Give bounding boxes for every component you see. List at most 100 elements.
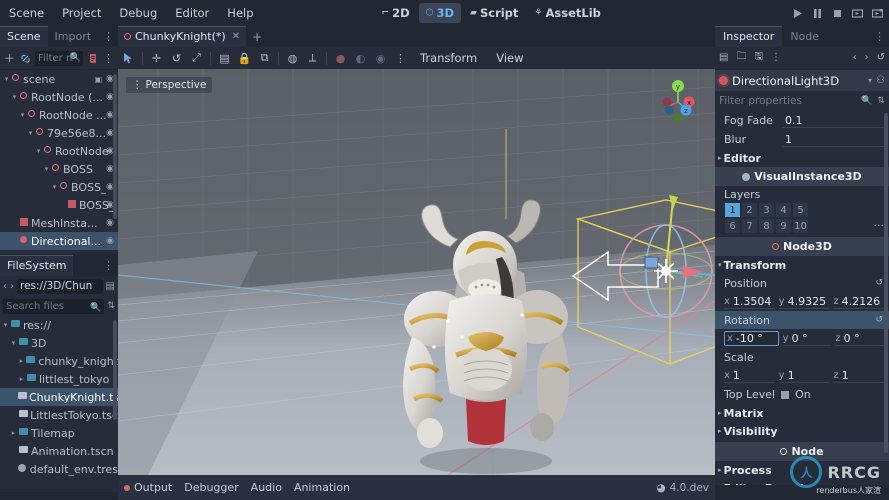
bottom-tab-debugger[interactable]: Debugger <box>184 481 238 494</box>
menu-help[interactable]: Help <box>218 3 262 23</box>
position-z-field[interactable]: z 4.2126 <box>833 295 885 309</box>
axis-gizmo[interactable]: y x z <box>655 79 701 125</box>
scene-tree-node[interactable]: ▾ 79e56e8... ◉ <box>0 124 118 142</box>
visibility-eye-icon[interactable]: ◉ <box>106 236 114 246</box>
scene-tree-scrollbar[interactable] <box>113 74 117 219</box>
filesystem-item[interactable]: ▾ res:// <box>0 316 118 334</box>
new-resource-icon[interactable]: ▤ <box>719 52 728 63</box>
filesystem-tree[interactable]: ▾ res:// ▾ 3D ▸ chunky_knight ▸ littlest_tokyo C… <box>0 316 118 492</box>
position-fields[interactable]: x 1.3504 y 4.9325 z 4.2126 <box>715 292 889 311</box>
play-icon[interactable] <box>792 8 803 19</box>
layer-toggle-7[interactable]: 7 <box>741 218 758 234</box>
lock-icon[interactable]: 🔒 <box>238 52 252 65</box>
section-matrix[interactable]: ▸ Matrix <box>715 404 889 422</box>
render-layers-grid[interactable]: 1 2 3 4 5 6 7 8 9 10 ... <box>724 202 884 234</box>
chevron-down-icon[interactable]: ▾ <box>11 93 18 101</box>
scene-tree[interactable]: ▾ scene ▣ ◉ ▾ RootNode (... ◉ ▾ RootNode ... ◉ ▾ 79… <box>0 69 118 254</box>
scale-fields[interactable]: x 1 y 1 z 1 <box>715 366 889 385</box>
history-back-icon[interactable]: ‹ <box>853 52 857 63</box>
inspector-scrollbar[interactable] <box>884 113 888 453</box>
path-back-icon[interactable]: ‹ <box>3 281 7 292</box>
scene-tree-node[interactable]: ▾ RootNode ... ◉ <box>0 106 118 124</box>
chevron-right-icon[interactable]: ▸ <box>18 357 25 365</box>
chevron-down-icon[interactable]: ▾ <box>43 165 50 173</box>
tab-node[interactable]: Node <box>782 27 827 47</box>
scene-tree-node[interactable]: ▾ scene ▣ ◉ <box>0 70 118 88</box>
inspector-filter-row[interactable]: Filter properties 🔍 ⇅ <box>715 91 889 111</box>
scene-dock-menu-icon[interactable]: ⋮ <box>103 30 114 43</box>
add-node-icon[interactable]: ＋ <box>3 52 16 65</box>
section-transform[interactable]: ▾ Transform <box>715 256 889 274</box>
mode-script-button[interactable]: ▰ Script <box>463 3 525 23</box>
layer-toggle-6[interactable]: 6 <box>724 218 741 234</box>
chevron-down-icon[interactable]: ▾ <box>3 75 10 83</box>
scale-y-field[interactable]: y 1 <box>778 369 830 383</box>
pause-icon[interactable] <box>812 8 823 19</box>
reset-icon[interactable]: ↺ <box>875 278 883 288</box>
filesystem-dock-menu-icon[interactable]: ⋮ <box>103 259 114 272</box>
viewport-menu-icon[interactable]: ⋮ <box>394 52 407 65</box>
layer-toggle-10[interactable]: 10 <box>792 218 809 234</box>
rotate-mode-icon[interactable]: ↺ <box>170 52 183 65</box>
chevron-right-icon[interactable]: ▸ <box>18 375 25 383</box>
scene-tree-node[interactable]: MeshInsta... ◉ <box>0 214 118 232</box>
scale-z-field[interactable]: z 1 <box>833 369 885 383</box>
class-header-visualinstance3d[interactable]: VisualInstance3D <box>715 167 889 186</box>
list-select-icon[interactable]: ▤ <box>218 52 231 65</box>
filesystem-item[interactable]: ▸ Tilemap <box>0 424 118 442</box>
bottom-tab-output[interactable]: Output <box>124 481 172 494</box>
top-level-checkbox[interactable] <box>781 390 790 399</box>
load-resource-icon[interactable]: 🗀 <box>736 49 746 66</box>
chevron-down-icon[interactable]: ▾ <box>27 129 34 137</box>
class-header-node[interactable]: Node <box>715 442 889 461</box>
mode-assetlib-button[interactable]: ⚘ AssetLib <box>527 3 607 23</box>
group-icon[interactable]: ⧉ <box>258 51 271 65</box>
property-fog-fade[interactable]: Fog Fade 0.1 <box>715 111 889 130</box>
chevron-down-icon[interactable]: ▾ <box>868 76 872 85</box>
tab-inspector[interactable]: Inspector <box>715 26 783 47</box>
scene-tab-chunkyknight[interactable]: ChunkyKnight(*) ✕ <box>118 26 247 47</box>
scene-tree-node[interactable]: ▾ BOSS_ ◉ <box>0 178 118 196</box>
chevron-down-icon[interactable]: ▾ <box>2 321 9 329</box>
filesystem-scrollbar[interactable] <box>113 320 117 420</box>
inspector-options-icon[interactable]: ⇅ <box>877 96 885 106</box>
menu-project[interactable]: Project <box>53 3 110 23</box>
chevron-down-icon[interactable]: ▾ <box>35 147 42 155</box>
layer-toggle-9[interactable]: 9 <box>775 218 792 234</box>
scene-tree-node[interactable]: ▾ RootNode (... ◉ <box>0 88 118 106</box>
toggle-split-mode-icon[interactable]: ▤ <box>106 281 115 292</box>
history-icon[interactable]: ↺ <box>877 52 885 63</box>
3d-viewport[interactable]: ⋮ Perspective y x z <box>118 69 715 475</box>
scene-tree-menu-icon[interactable]: ⋮ <box>102 52 115 65</box>
view-menu[interactable]: View <box>490 49 529 67</box>
rotation-z-field[interactable]: z 0 ° <box>835 332 885 346</box>
property-value[interactable]: 0.1 <box>782 114 884 128</box>
layer-toggle-5[interactable]: 5 <box>792 202 809 218</box>
scene-tree-node[interactable]: ▾ RootNode ◉ <box>0 142 118 160</box>
filesystem-item[interactable]: default_env.tres <box>0 460 118 478</box>
scene-tree-node[interactable]: ▾ BOSS ◉ <box>0 160 118 178</box>
layer-toggle-2[interactable]: 2 <box>741 202 758 218</box>
move-mode-icon[interactable]: ✛ <box>150 52 163 65</box>
inspector-menu-icon[interactable]: ⋮ <box>771 52 781 63</box>
scene-tree-node[interactable]: WorldEnvironme◉ <box>0 250 118 254</box>
instance-child-scene-icon[interactable] <box>19 52 32 65</box>
layer-toggle-8[interactable]: 8 <box>758 218 775 234</box>
menu-debug[interactable]: Debug <box>110 3 166 23</box>
history-forward-icon[interactable]: › <box>865 52 869 63</box>
save-resource-icon[interactable]: 🖫 <box>754 49 763 66</box>
close-icon[interactable]: ✕ <box>232 31 240 42</box>
scale-x-field[interactable]: x 1 <box>724 369 775 383</box>
ruler-icon[interactable]: ⟂ <box>306 51 319 65</box>
camera-preview-icon[interactable]: ▣ <box>94 75 102 84</box>
chevron-down-icon[interactable]: ▾ <box>19 111 26 119</box>
mode-3d-button[interactable]: ⬡ 3D <box>418 3 462 23</box>
add-scene-tab-button[interactable]: + <box>246 27 268 47</box>
tab-scene[interactable]: Scene <box>0 26 48 47</box>
property-value[interactable]: 1 <box>782 133 884 147</box>
visibility-eye-icon[interactable]: ◉ <box>106 218 114 228</box>
scene-tree-node[interactable]: BOSS_ ◉ <box>0 196 118 214</box>
tab-filesystem[interactable]: FileSystem <box>0 255 74 276</box>
filesystem-item[interactable]: ChunkyKnight.ts <box>0 388 118 406</box>
select-mode-icon[interactable] <box>122 52 135 65</box>
